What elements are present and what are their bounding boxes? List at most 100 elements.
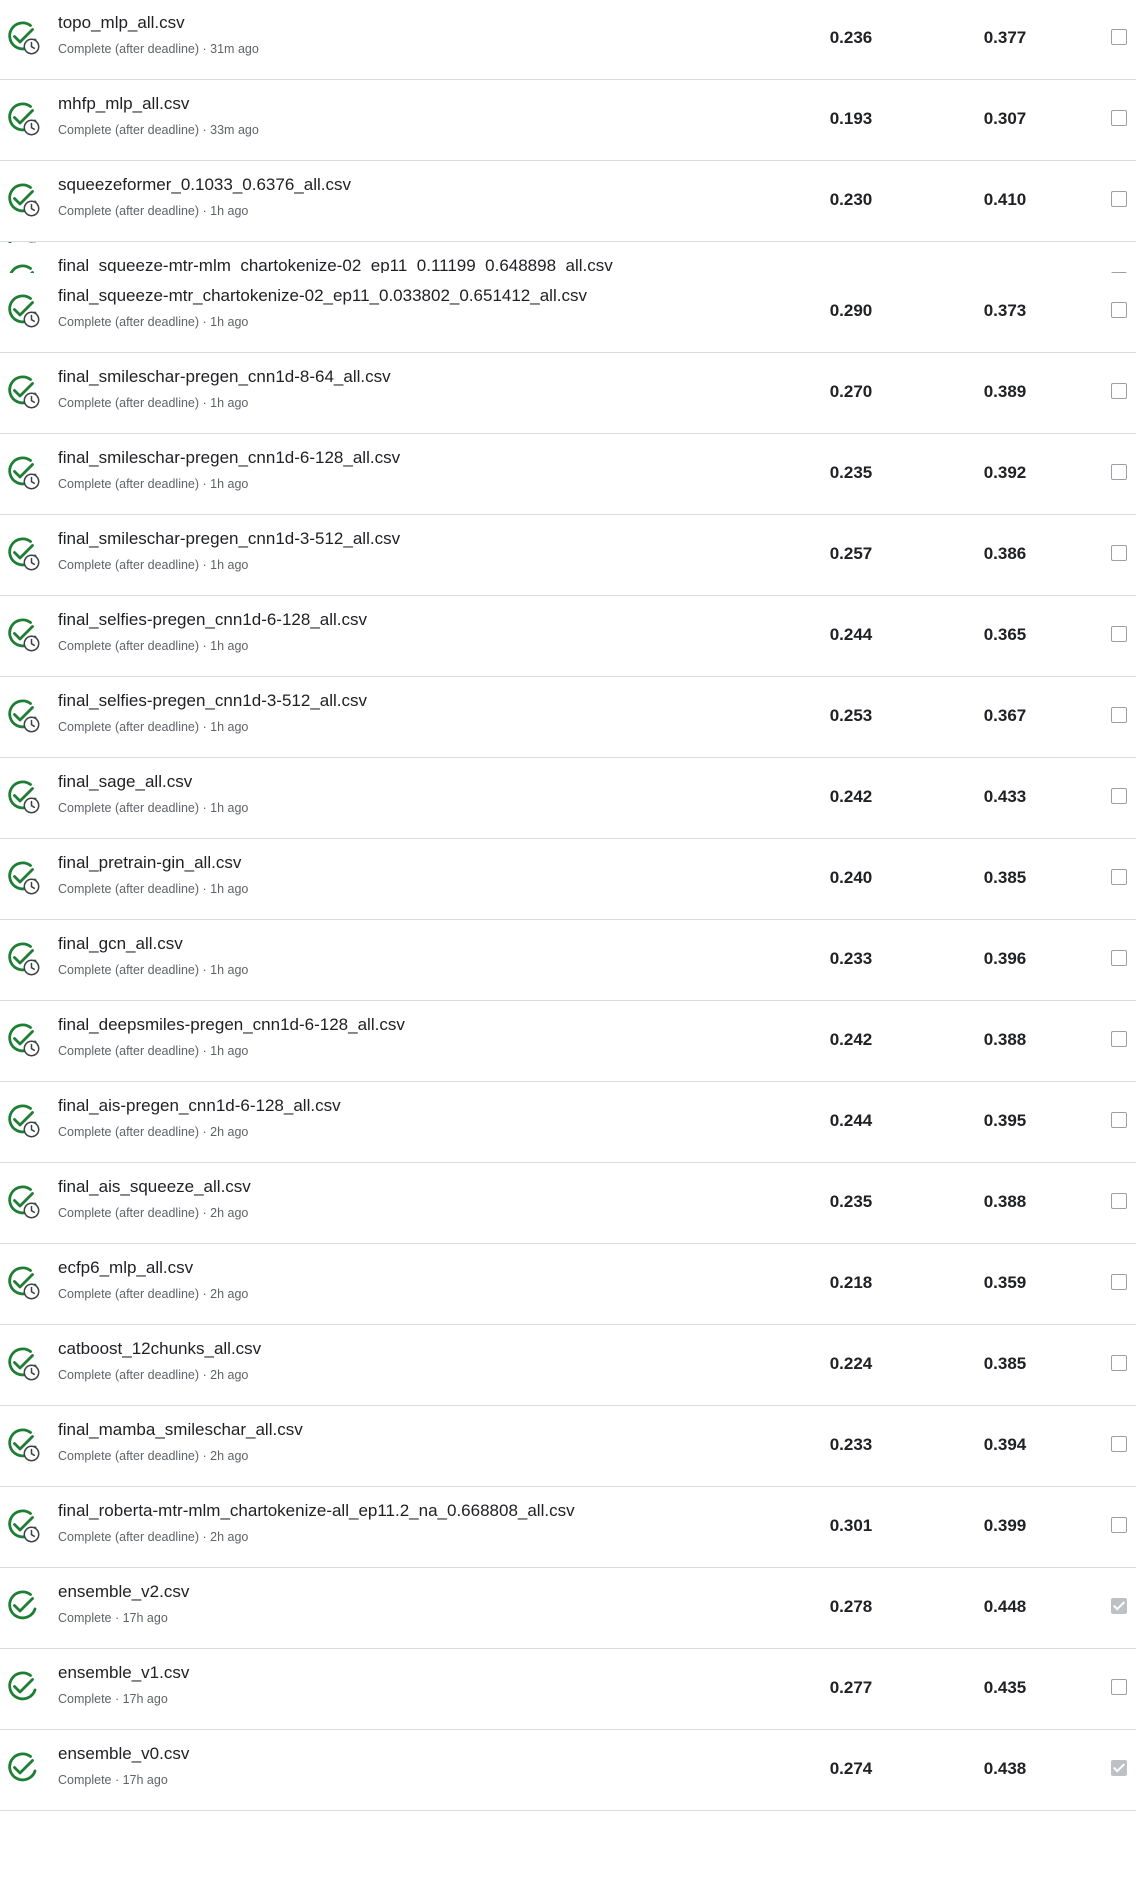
submission-row[interactable]: final_sage_all.csv Complete (after deadl… [0,759,1136,839]
submission-row[interactable]: final_smileschar-pregen_cnn1d-6-128_all.… [0,435,1136,515]
submission-row[interactable]: final_roberta-mtr-mlm_chartokenize-all_e… [0,1488,1136,1568]
submission-name[interactable]: final_ais_squeeze_all.csv [58,1177,251,1197]
select-for-final-checkbox[interactable] [1111,1679,1127,1695]
submission-row[interactable]: squeezeformer_0.1033_0.6376_all.csv Comp… [0,162,1136,242]
select-for-final-checkbox[interactable] [1111,1598,1127,1614]
submission-status: Complete (after deadline) · 1h ago [58,558,249,572]
private-score: 0.224 [829,1354,873,1373]
private-score: 0.233 [829,1435,873,1454]
select-for-final-checkbox[interactable] [1111,383,1127,399]
submission-name[interactable]: final_ais-pregen_cnn1d-6-128_all.csv [58,1096,341,1116]
clock-icon [23,200,40,217]
submission-name[interactable]: final_deepsmiles-pregen_cnn1d-6-128_all.… [58,1015,405,1035]
select-for-final-checkbox[interactable] [1111,110,1127,126]
select-for-final-checkbox[interactable] [1111,302,1127,318]
submission-name[interactable]: final_sage_all.csv [58,772,192,792]
submission-status-icon [4,453,42,491]
submission-status-icon [4,777,42,815]
select-for-final-checkbox[interactable] [1111,545,1127,561]
submission-name[interactable]: ensemble_v2.csv [58,1582,189,1602]
select-for-final-checkbox[interactable] [1111,191,1127,207]
submission-row[interactable]: catboost_12chunks_all.csv Complete (afte… [0,1326,1136,1406]
submission-row[interactable]: final_selfies-pregen_cnn1d-6-128_all.csv… [0,597,1136,677]
submission-name[interactable]: ensemble_v1.csv [58,1663,189,1683]
submission-row[interactable]: ecfp6_mlp_all.csv Complete (after deadli… [0,1245,1136,1325]
submission-name[interactable]: final_selfies-pregen_cnn1d-6-128_all.csv [58,610,367,630]
submission-name[interactable]: final_smileschar-pregen_cnn1d-6-128_all.… [58,448,400,468]
select-for-final-checkbox[interactable] [1111,707,1127,723]
select-for-final-checkbox[interactable] [1111,1193,1127,1209]
public-score: 0.385 [983,868,1027,887]
public-score: 0.365 [983,625,1027,644]
submission-status-icon [4,1506,42,1544]
check-circle-icon [8,1671,37,1701]
submission-name[interactable]: final_smileschar-pregen_cnn1d-3-512_all.… [58,529,400,549]
submission-name[interactable]: ensemble_v0.csv [58,1744,189,1764]
public-score: 0.388 [983,1030,1027,1049]
submission-name[interactable]: catboost_12chunks_all.csv [58,1339,261,1359]
select-for-final-checkbox[interactable] [1111,1517,1127,1533]
submission-row[interactable]: mhfp_mlp_all.csv Complete (after deadlin… [0,81,1136,161]
clock-icon [23,959,40,976]
submission-status: Complete (after deadline) · 1h ago [58,720,249,734]
submission-status: Complete (after deadline) · 2h ago [58,1449,249,1463]
select-for-final-checkbox[interactable] [1111,869,1127,885]
submission-row[interactable]: final_pretrain-gin_all.csv Complete (aft… [0,840,1136,920]
clock-icon [23,1040,40,1057]
submission-name[interactable]: mhfp_mlp_all.csv [58,94,189,114]
select-for-final-checkbox[interactable] [1111,1112,1127,1128]
select-for-final-checkbox[interactable] [1111,626,1127,642]
submission-status-icon [4,1425,42,1463]
public-score: 0.396 [983,949,1027,968]
clock-icon [23,1202,40,1219]
submission-name[interactable]: final_smileschar-pregen_cnn1d-8-64_all.c… [58,367,391,387]
submission-name[interactable]: squeezeformer_0.1033_0.6376_all.csv [58,175,351,195]
submission-row[interactable]: final_mamba_smileschar_all.csv Complete … [0,1407,1136,1487]
private-score: 0.242 [829,787,873,806]
select-for-final-checkbox[interactable] [1111,1274,1127,1290]
submission-row[interactable]: final_smileschar-pregen_cnn1d-8-64_all.c… [0,354,1136,434]
select-for-final-checkbox[interactable] [1111,1355,1127,1371]
submission-name[interactable]: final_mamba_smileschar_all.csv [58,1420,303,1440]
private-score: 0.233 [829,949,873,968]
submission-status-icon [4,1344,42,1382]
submission-row[interactable]: final_deepsmiles-pregen_cnn1d-6-128_all.… [0,1002,1136,1082]
submission-row[interactable]: final_gcn_all.csv Complete (after deadli… [0,921,1136,1001]
submission-name[interactable]: final_gcn_all.csv [58,934,183,954]
submission-name[interactable]: topo_mlp_all.csv [58,13,185,33]
submission-row[interactable]: topo_mlp_all.csv Complete (after deadlin… [0,0,1136,80]
select-for-final-checkbox[interactable] [1111,29,1127,45]
submission-name[interactable]: final_selfies-pregen_cnn1d-3-512_all.csv [58,691,367,711]
submission-row[interactable]: final_smileschar-pregen_cnn1d-3-512_all.… [0,516,1136,596]
submission-name[interactable]: final_squeeze-mtr_chartokenize-02_ep11_0… [58,286,587,306]
submission-status: Complete (after deadline) · 1h ago [58,963,249,977]
submission-row[interactable]: final_squeeze-mtr_chartokenize-02_ep11_0… [0,273,1136,353]
select-for-final-checkbox[interactable] [1111,1436,1127,1452]
clock-icon [23,392,40,409]
submission-row[interactable]: ensemble_v0.csv Complete · 17h ago 0.274… [0,1731,1136,1811]
submission-status: Complete (after deadline) · 2h ago [58,1368,249,1382]
submission-name[interactable]: final_pretrain-gin_all.csv [58,853,241,873]
submission-status: Complete (after deadline) · 2h ago [58,1125,249,1139]
private-score: 0.235 [829,1192,873,1211]
submission-row[interactable]: final_ais_squeeze_all.csv Complete (afte… [0,1164,1136,1244]
submission-row[interactable]: ensemble_v2.csv Complete · 17h ago 0.278… [0,1569,1136,1649]
submission-row[interactable]: final_ais-pregen_cnn1d-6-128_all.csv Com… [0,1083,1136,1163]
select-for-final-checkbox[interactable] [1111,1031,1127,1047]
select-for-final-checkbox[interactable] [1111,788,1127,804]
select-for-final-checkbox[interactable] [1111,950,1127,966]
select-for-final-checkbox[interactable] [1111,464,1127,480]
public-score: 0.367 [983,706,1027,725]
submission-status-icon [4,939,42,977]
check-circle-icon [8,1590,37,1620]
submission-status: Complete (after deadline) · 1h ago [58,639,249,653]
submission-status: Complete (after deadline) · 1h ago [58,204,249,218]
submission-row[interactable]: final_selfies-pregen_cnn1d-3-512_all.csv… [0,678,1136,758]
submission-name[interactable]: final_roberta-mtr-mlm_chartokenize-all_e… [58,1501,575,1521]
private-score: 0.244 [829,1111,873,1130]
submission-name[interactable]: ecfp6_mlp_all.csv [58,1258,193,1278]
select-for-final-checkbox[interactable] [1111,1760,1127,1776]
submission-row[interactable]: ensemble_v1.csv Complete · 17h ago 0.277… [0,1650,1136,1730]
public-score: 0.394 [983,1435,1027,1454]
public-score: 0.399 [983,1516,1027,1535]
